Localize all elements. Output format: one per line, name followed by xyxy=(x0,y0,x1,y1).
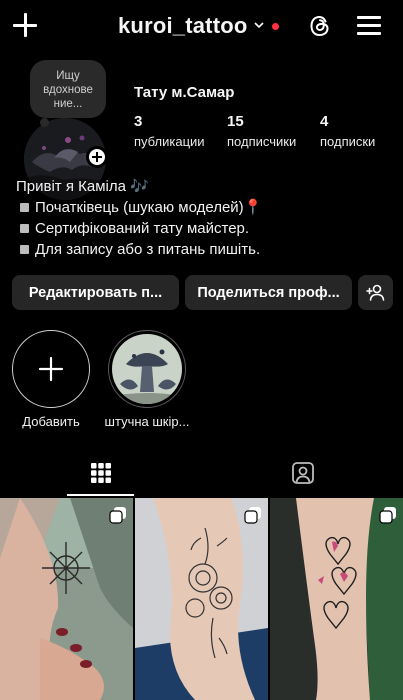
highlight-add[interactable]: Добавить xyxy=(6,330,96,429)
display-name: Тату м.Самар xyxy=(134,84,235,101)
highlight-cover[interactable] xyxy=(108,330,186,408)
posts-grid xyxy=(0,498,403,700)
bio: Привіт я Каміла 🎶 Початківець (шукаю мод… xyxy=(16,176,262,260)
followers-stat[interactable]: 15 подписчики xyxy=(227,113,296,149)
highlight-label: Добавить xyxy=(22,414,80,429)
bio-line: Привіт я Каміла 🎶 xyxy=(16,178,149,195)
profile-avatar-section: Ищу вдохнове ние... xyxy=(22,60,114,200)
bullet-icon xyxy=(20,203,29,213)
threads-icon[interactable] xyxy=(307,13,333,39)
bio-line-item: Початківець (шукаю моделей)📍 xyxy=(16,197,262,218)
profile-tabs xyxy=(0,450,403,496)
plus-icon[interactable] xyxy=(12,12,38,38)
multiple-photos-icon xyxy=(109,507,126,524)
following-stat[interactable]: 4 подписки xyxy=(320,113,375,149)
top-bar: kuroi_tattoo xyxy=(0,0,403,52)
bio-line-item: Сертифікований тату майстер. xyxy=(16,218,262,239)
multiple-photos-icon xyxy=(379,507,396,524)
highlight-image xyxy=(111,333,182,404)
multiple-photos-icon xyxy=(244,507,261,524)
bullet-icon xyxy=(20,245,29,255)
followers-count: 15 xyxy=(227,113,244,130)
add-highlight-circle[interactable] xyxy=(12,330,90,408)
tab-tagged[interactable] xyxy=(202,450,403,496)
hamburger-menu-icon[interactable] xyxy=(357,15,381,35)
add-story-badge[interactable] xyxy=(86,146,108,168)
profile-note[interactable]: Ищу вдохнове ние... xyxy=(30,60,106,118)
highlight-item[interactable]: штучна шкір... xyxy=(102,330,192,429)
share-profile-button[interactable]: Поделиться проф... xyxy=(185,275,352,310)
plus-icon xyxy=(38,356,64,382)
posts-stat[interactable]: 3 публикации xyxy=(134,113,205,149)
grid-icon xyxy=(90,463,111,483)
post-thumbnail[interactable] xyxy=(270,498,403,700)
edit-profile-button[interactable]: Редактировать п... xyxy=(12,275,179,310)
following-count: 4 xyxy=(320,113,329,130)
post-image xyxy=(0,498,133,700)
profile-actions: Редактировать п... Поделиться проф... xyxy=(12,275,393,310)
add-person-icon xyxy=(365,284,384,301)
tab-grid[interactable] xyxy=(0,450,201,496)
highlight-label: штучна шкір... xyxy=(104,414,190,429)
post-image xyxy=(135,498,268,700)
chevron-down-icon xyxy=(253,22,264,29)
posts-label: публикации xyxy=(134,134,205,149)
note-bubble-tail xyxy=(40,118,49,127)
tagged-person-icon xyxy=(291,462,314,484)
active-tab-indicator xyxy=(67,494,134,496)
post-image xyxy=(270,498,403,700)
post-thumbnail[interactable] xyxy=(0,498,133,700)
discover-people-button[interactable] xyxy=(358,275,393,310)
post-thumbnail[interactable] xyxy=(135,498,268,700)
notification-dot xyxy=(271,22,279,30)
username: kuroi_tattoo xyxy=(118,13,248,38)
followers-label: подписчики xyxy=(227,134,297,149)
posts-count: 3 xyxy=(134,113,143,130)
following-label: подписки xyxy=(320,134,376,149)
bio-line-item: Для запису або з питань пишіть. xyxy=(16,239,262,260)
account-switcher[interactable]: kuroi_tattoo xyxy=(118,13,279,39)
bullet-icon xyxy=(20,224,29,234)
